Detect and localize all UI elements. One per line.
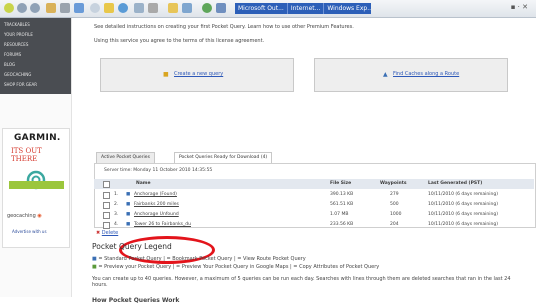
- car-icon: ▲: [383, 71, 388, 78]
- ad-tagline: ITS OUT THERE: [11, 147, 42, 163]
- delete-control[interactable]: ✖ Delete: [96, 230, 118, 236]
- create-query-icon: ■: [163, 71, 169, 78]
- preview-query-icon: ■: [92, 264, 97, 270]
- query-icon: ■: [126, 222, 131, 227]
- license-line[interactable]: Using this service you agree to the term…: [94, 38, 264, 44]
- row-checkbox[interactable]: [103, 222, 110, 229]
- row-number: 3.: [114, 212, 119, 217]
- advertise-link[interactable]: Advertise with us: [12, 229, 47, 234]
- legend-line-1: ■ = Standard Pocket Query | = Bookmark P…: [92, 256, 306, 262]
- back-icon[interactable]: [17, 3, 27, 13]
- folder-icon[interactable]: [168, 3, 178, 13]
- mail-icon[interactable]: [46, 3, 56, 13]
- network-icon[interactable]: [216, 3, 226, 13]
- waypoints: 279: [390, 192, 399, 197]
- file-size: 1.07 MB: [330, 212, 349, 217]
- left-sidebar: TRACKABLES YOUR PROFILE RESOURCES FORUMS…: [0, 18, 72, 297]
- taskbar-group: Microsoft Out... Internet... Windows Exp..…: [235, 3, 371, 14]
- create-query-link[interactable]: Create a new query: [174, 71, 223, 77]
- waypoints: 1000: [390, 212, 402, 217]
- waypoints: 204: [390, 222, 399, 227]
- nav-item-shop[interactable]: SHOP FOR GEAR: [4, 82, 37, 87]
- row-number: 2.: [114, 202, 119, 207]
- forward-icon[interactable]: [30, 3, 40, 13]
- queries-note: You can create up to 40 queries. However…: [92, 276, 511, 288]
- row-number: 4.: [114, 222, 119, 227]
- last-generated: 10/11/2010 (6 days remaining): [428, 222, 498, 227]
- chat-icon[interactable]: [182, 3, 192, 13]
- find-caches-link[interactable]: Find Caches along a Route: [393, 71, 459, 77]
- find-caches-box[interactable]: ▲ Find Caches along a Route: [314, 58, 508, 92]
- refresh-icon[interactable]: [202, 3, 212, 13]
- row-checkbox[interactable]: [103, 192, 110, 199]
- nav-item-trackables[interactable]: TRACKABLES: [4, 22, 30, 27]
- taskbar-item-outlook[interactable]: Microsoft Out...: [235, 3, 288, 14]
- query-name-link[interactable]: Anchorage Unfound: [134, 210, 179, 220]
- query-name-link[interactable]: Anchorage (Found): [134, 190, 177, 200]
- delete-link[interactable]: Delete: [102, 230, 118, 236]
- row-number: 1.: [114, 192, 119, 197]
- col-waypoints[interactable]: Waypoints: [380, 179, 407, 189]
- table-header: Name File Size Waypoints Last Generated …: [94, 179, 534, 189]
- nav-item-blog[interactable]: BLOG: [4, 62, 15, 67]
- col-file-size[interactable]: File Size: [330, 179, 351, 189]
- nav-item-forums[interactable]: FORUMS: [4, 52, 21, 57]
- row-checkbox[interactable]: [103, 212, 110, 219]
- legend-title: Pocket Query Legend: [92, 242, 172, 251]
- last-generated: 10/11/2010 (6 days remaining): [428, 192, 498, 197]
- query-name-link[interactable]: Fairbanks 200 miles: [134, 200, 179, 210]
- how-it-works-title: How Pocket Queries Work: [92, 297, 180, 304]
- instructions-line[interactable]: See detailed instructions on creating yo…: [94, 24, 354, 30]
- nav-item-profile[interactable]: YOUR PROFILE: [4, 32, 33, 37]
- edit-icon[interactable]: [74, 3, 84, 13]
- file-size: 233.56 KB: [330, 222, 354, 227]
- sidebar-nav: TRACKABLES YOUR PROFILE RESOURCES FORUMS…: [0, 18, 71, 94]
- home-icon[interactable]: [4, 3, 14, 13]
- taskbar-item-explorer[interactable]: Windows Exp...: [324, 3, 371, 14]
- row-checkbox[interactable]: [103, 202, 110, 209]
- nav-item-geocaching[interactable]: GEOCACHING: [4, 72, 31, 77]
- col-last-generated[interactable]: Last Generated (PST): [428, 179, 482, 189]
- file-size: 561.51 KB: [330, 202, 354, 207]
- table-row: 4. ■ Tower 26 to Fairbanks_du 233.56 KB …: [94, 220, 534, 230]
- query-name-link[interactable]: Tower 26 to Fairbanks_du: [134, 220, 191, 230]
- last-generated: 10/11/2010 (6 days remaining): [428, 212, 498, 217]
- favorites-icon[interactable]: [104, 3, 114, 13]
- taskbar-item-internet[interactable]: Internet...: [288, 3, 325, 14]
- select-all-checkbox[interactable]: [103, 181, 110, 188]
- query-icon: ■: [126, 212, 131, 217]
- query-icon: ■: [126, 202, 131, 207]
- col-name[interactable]: Name: [136, 179, 151, 189]
- ad-geocaching-logo: geocaching ◉: [7, 213, 42, 219]
- file-size: 390.13 KB: [330, 192, 354, 197]
- main-content: See detailed instructions on creating yo…: [74, 18, 536, 304]
- search-icon[interactable]: [90, 3, 100, 13]
- media-icon[interactable]: [134, 3, 144, 13]
- ad-banner-strip: [9, 181, 64, 189]
- query-icon: ■: [126, 192, 131, 197]
- last-generated: 10/11/2010 (6 days remaining): [428, 202, 498, 207]
- table-row: 1. ■ Anchorage (Found) 390.13 KB 279 10/…: [94, 190, 534, 200]
- table-row: 2. ■ Fairbanks 200 miles 561.51 KB 500 1…: [94, 200, 534, 210]
- history-icon[interactable]: [118, 3, 128, 13]
- garmin-ad[interactable]: GARMIN. ITS OUT THERE geocaching ◉ Adver…: [2, 128, 70, 248]
- window-controls[interactable]: ▪ · ✕: [511, 3, 528, 11]
- geocaching-dot-icon: ◉: [37, 213, 42, 219]
- print-icon[interactable]: [60, 3, 70, 13]
- server-time: Server time: Monday 11 October 2010 14:3…: [104, 168, 213, 173]
- garmin-logo: GARMIN.: [14, 133, 61, 143]
- table-row: 3. ■ Anchorage Unfound 1.07 MB 1000 10/1…: [94, 210, 534, 220]
- create-query-box[interactable]: ■ Create a new query: [100, 58, 294, 92]
- nav-item-resources[interactable]: RESOURCES: [4, 42, 28, 47]
- legend-line-2: ■ = Preview your Pocket Query | = Previe…: [92, 264, 380, 270]
- standard-query-icon: ■: [92, 256, 97, 262]
- waypoints: 500: [390, 202, 399, 207]
- browser-toolbar: Microsoft Out... Internet... Windows Exp..…: [0, 0, 536, 18]
- tools-icon[interactable]: [148, 3, 158, 13]
- delete-icon: ✖: [96, 230, 101, 236]
